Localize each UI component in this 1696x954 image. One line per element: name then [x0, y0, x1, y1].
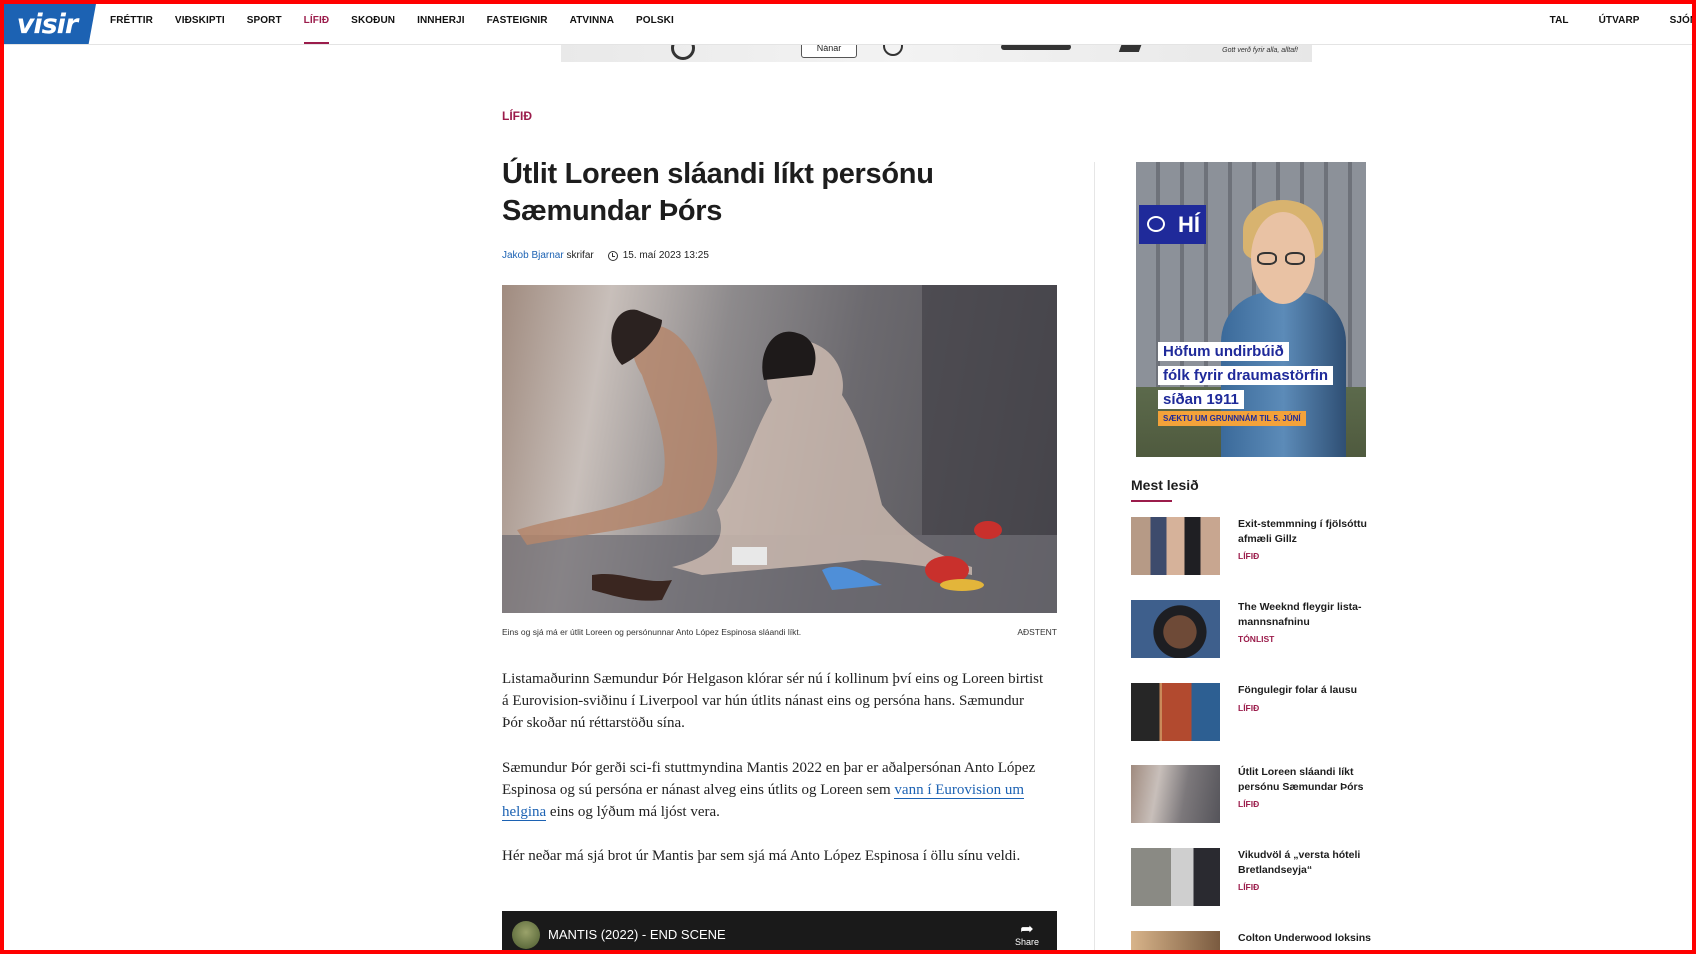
- ad-headline-1: Höfum undirbúið: [1158, 342, 1289, 361]
- article-paragraph-2: Sæmundur Þór gerði sci-fi stuttmyndina M…: [502, 757, 1047, 823]
- column-divider: [1094, 162, 1095, 954]
- most-read-thumbnail[interactable]: [1131, 683, 1220, 741]
- most-read-category[interactable]: LÍFIÐ: [1238, 549, 1378, 564]
- nav-item-vidskipti[interactable]: VIÐSKIPTI: [175, 15, 225, 26]
- ad-graphic: [883, 44, 903, 56]
- most-read-title[interactable]: Exit-stemmning í fjölsóttu afmæli Gillz L…: [1238, 517, 1378, 564]
- most-read-category[interactable]: LÍFIÐ: [1238, 701, 1378, 716]
- most-read-item[interactable]: Föngulegir folar á lausu LÍFIÐ: [1131, 683, 1391, 745]
- channel-avatar[interactable]: [512, 921, 540, 949]
- top-navigation: visir FRÉTTIR VIÐSKIPTI SPORT LÍFIÐ SKOÐ…: [0, 0, 1696, 45]
- image-credit: AÐSTENT: [1017, 627, 1057, 637]
- ad-more-button[interactable]: Nánar: [801, 44, 857, 58]
- nav-item-frettir[interactable]: FRÉTTIR: [110, 15, 153, 26]
- top-banner-ad[interactable]: Nánar Gott verð fyrir alla, alltaf!: [561, 44, 1312, 62]
- author-link[interactable]: Jakob Bjarnar: [502, 250, 564, 261]
- ad-cta[interactable]: SÆKTU UM GRUNNNÁM TIL 5. JÚNÍ: [1158, 411, 1306, 426]
- share-icon: ➦: [1020, 921, 1034, 938]
- most-read-item[interactable]: Útlit Loreen sláandi líkt persónu Sæmund…: [1131, 765, 1391, 827]
- image-caption: Eins og sjá má er útlit Loreen og persón…: [502, 627, 1057, 637]
- most-read-category[interactable]: TÓNLIST: [1238, 632, 1378, 647]
- nav-item-polski[interactable]: POLSKI: [636, 15, 674, 26]
- article-date: 15. maí 2023 13:25: [622, 250, 709, 261]
- hero-illustration: [502, 285, 1057, 613]
- most-read-thumbnail[interactable]: [1131, 765, 1220, 823]
- caption-text: Eins og sjá má er útlit Loreen og persón…: [502, 627, 802, 637]
- most-read-thumbnail[interactable]: [1131, 931, 1220, 954]
- share-button[interactable]: ➦ Share: [1014, 921, 1039, 948]
- most-read-item[interactable]: Exit-stemmning í fjölsóttu afmæli Gillz L…: [1131, 517, 1391, 579]
- nav-item-utvarp[interactable]: ÚTVARP: [1599, 15, 1640, 26]
- author-suffix: skrifar: [566, 250, 594, 261]
- nav-item-sport[interactable]: SPORT: [247, 15, 282, 26]
- nav-item-skodun[interactable]: SKOÐUN: [351, 15, 395, 26]
- most-read-title[interactable]: Útlit Loreen sláandi líkt persónu Sæmund…: [1238, 765, 1378, 812]
- article-headline: Útlit Loreen sláandi líkt persónu Sæmund…: [502, 158, 934, 227]
- nav-item-sjonvarp[interactable]: SJÓNV: [1670, 15, 1696, 26]
- ad-headline-2: fólk fyrir draumastörfin: [1158, 366, 1334, 385]
- most-read-title[interactable]: Vikudvöl á „versta hóteli Bretlandseyja“…: [1238, 848, 1378, 895]
- most-read-title[interactable]: Föngulegir folar á lausu LÍFIÐ: [1238, 683, 1378, 715]
- most-read-thumbnail[interactable]: [1131, 517, 1220, 575]
- video-embed[interactable]: MANTIS (2022) - END SCENE ➦ Share: [502, 911, 1057, 954]
- article-byline: Jakob Bjarnar skrifar 15. maí 2023 13:25: [502, 250, 709, 261]
- most-read-item[interactable]: The Weeknd fleygir lista-mannsnafninu TÓN…: [1131, 600, 1391, 662]
- ad-slogan: Gott verð fyrir alla, alltaf!: [1222, 47, 1298, 54]
- secondary-nav: TAL ÚTVARP SJÓNV: [1520, 15, 1696, 26]
- most-read-item[interactable]: Colton Underwood loksins: [1131, 931, 1391, 954]
- article-section-label[interactable]: LÍFIÐ: [502, 109, 532, 123]
- nav-item-tal[interactable]: TAL: [1550, 15, 1569, 26]
- most-read-thumbnail[interactable]: [1131, 600, 1220, 658]
- nav-item-innherji[interactable]: INNHERJI: [417, 15, 464, 26]
- share-label: Share: [1014, 937, 1039, 947]
- most-read-title[interactable]: The Weeknd fleygir lista-mannsnafninu TÓN…: [1238, 600, 1378, 647]
- nav-item-fasteignir[interactable]: FASTEIGNIR: [487, 15, 548, 26]
- article-paragraph-1: Listamaðurinn Sæmundur Þór Helgason klór…: [502, 671, 1044, 731]
- sidebar-ad[interactable]: HÍ Höfum undirbúið fólk fyrir draumastör…: [1136, 162, 1366, 457]
- paragraph-text: eins og lýðum má ljóst vera.: [546, 804, 720, 820]
- article-paragraph-3: Hér neðar má sjá brot úr Mantis þar sem …: [502, 848, 1021, 864]
- most-read-title[interactable]: Colton Underwood loksins: [1238, 931, 1378, 946]
- ad-graphic: [1118, 44, 1144, 52]
- video-title[interactable]: MANTIS (2022) - END SCENE: [548, 927, 726, 942]
- most-read-category[interactable]: LÍFIÐ: [1238, 880, 1378, 895]
- most-read-item[interactable]: Vikudvöl á „versta hóteli Bretlandseyja“…: [1131, 848, 1391, 910]
- ad-headline-3: síðan 1911: [1158, 390, 1244, 409]
- most-read-thumbnail[interactable]: [1131, 848, 1220, 906]
- clock-icon: [607, 250, 618, 261]
- ad-graphic: [671, 44, 695, 60]
- article-hero-image[interactable]: [502, 285, 1057, 613]
- nav-item-atvinna[interactable]: ATVINNA: [570, 15, 614, 26]
- visir-logo[interactable]: visir: [4, 4, 96, 44]
- main-nav: FRÉTTIR VIÐSKIPTI SPORT LÍFIÐ SKOÐUN INN…: [110, 15, 696, 44]
- nav-item-lifid[interactable]: LÍFIÐ: [303, 15, 330, 44]
- hi-logo: HÍ: [1139, 205, 1206, 244]
- heading-underline: [1131, 500, 1172, 502]
- most-read-heading: Mest lesið: [1131, 477, 1199, 493]
- most-read-category[interactable]: LÍFIÐ: [1238, 797, 1378, 812]
